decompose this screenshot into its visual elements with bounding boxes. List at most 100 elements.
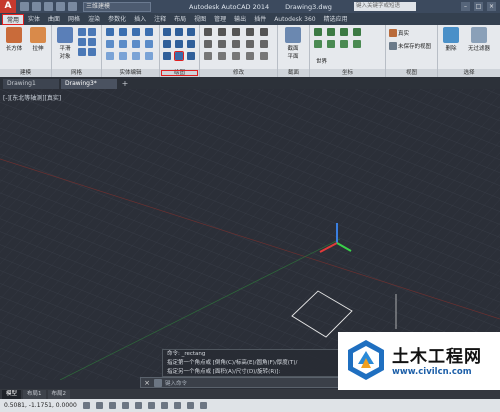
spline-icon[interactable] [163, 40, 171, 48]
mesh-tool-icon[interactable] [88, 48, 96, 56]
offset-icon[interactable] [260, 40, 268, 48]
rotate-icon[interactable] [218, 28, 226, 36]
stretch-icon[interactable] [232, 40, 240, 48]
ortho-mode-icon[interactable] [108, 402, 116, 409]
intersect-icon[interactable] [132, 28, 140, 36]
extract-edges-icon[interactable] [132, 40, 140, 48]
subtract-icon[interactable] [119, 28, 127, 36]
command-customize-icon[interactable] [154, 378, 162, 387]
fillet-edge-icon[interactable] [106, 40, 114, 48]
chamfer-edge-icon[interactable] [119, 40, 127, 48]
array-icon[interactable] [260, 28, 268, 36]
command-input[interactable]: 键入命令 [165, 379, 187, 387]
imprint-icon[interactable] [145, 40, 153, 48]
mesh-tool-icon[interactable] [78, 38, 86, 46]
tab-autodesk-360[interactable]: Autodesk 360 [270, 14, 319, 25]
fillet-icon[interactable] [204, 52, 212, 60]
box-button[interactable]: 长方体 [3, 27, 25, 52]
3d-object-snap-icon[interactable] [147, 402, 155, 409]
shell-icon[interactable] [106, 52, 114, 60]
grid-display-icon[interactable] [95, 402, 103, 409]
mirror-icon[interactable] [246, 28, 254, 36]
tab-solid[interactable]: 实体 [24, 14, 44, 25]
ucs-icon[interactable] [314, 40, 322, 48]
trim-icon[interactable] [246, 40, 254, 48]
tab-insert[interactable]: 插入 [130, 14, 150, 25]
open-file-icon[interactable] [32, 2, 41, 11]
scale-icon[interactable] [218, 40, 226, 48]
ucs-icon[interactable] [327, 28, 335, 36]
tab-mesh[interactable]: 网格 [64, 14, 84, 25]
lineweight-icon[interactable] [199, 402, 207, 409]
tab-view[interactable]: 视图 [190, 14, 210, 25]
tab-output[interactable]: 输出 [230, 14, 250, 25]
mesh-tool-icon[interactable] [88, 28, 96, 36]
union-icon[interactable] [106, 28, 114, 36]
dynamic-input-icon[interactable] [186, 402, 194, 409]
move-icon[interactable] [204, 28, 212, 36]
join-icon[interactable] [232, 52, 240, 60]
document-tab-drawing1[interactable]: Drawing1 [3, 79, 59, 89]
workspace-dropdown[interactable]: 三维建模 [83, 1, 151, 12]
tab-featured-apps[interactable]: 精选应用 [320, 14, 352, 25]
line-icon[interactable] [175, 28, 183, 36]
ucs-icon[interactable] [340, 40, 348, 48]
application-menu-button[interactable]: A [0, 0, 16, 13]
tab-home[interactable]: 常用 [2, 14, 25, 25]
hatch-icon[interactable] [187, 40, 195, 48]
polyline-icon[interactable] [163, 28, 171, 36]
ucs-icon[interactable] [353, 28, 361, 36]
tab-annotate[interactable]: 注释 [150, 14, 170, 25]
erase-icon[interactable] [260, 52, 268, 60]
tab-layout[interactable]: 布局 [170, 14, 190, 25]
object-snap-tracking-icon[interactable] [160, 402, 168, 409]
redo-icon[interactable] [68, 2, 77, 11]
thicken-icon[interactable] [132, 52, 140, 60]
slice-icon[interactable] [145, 28, 153, 36]
mesh-tool-icon[interactable] [88, 38, 96, 46]
object-snap-icon[interactable] [134, 402, 142, 409]
interfere-icon[interactable] [145, 52, 153, 60]
tab-render[interactable]: 渲染 [84, 14, 104, 25]
document-tab-drawing3[interactable]: Drawing3* [61, 79, 117, 89]
separate-icon[interactable] [119, 52, 127, 60]
explode-icon[interactable] [218, 52, 226, 60]
layout-tab-layout2[interactable]: 布局2 [47, 389, 71, 399]
polar-tracking-icon[interactable] [121, 402, 129, 409]
ucs-icon[interactable] [314, 28, 322, 36]
tab-surface[interactable]: 曲面 [44, 14, 64, 25]
tab-parametric[interactable]: 参数化 [104, 14, 130, 25]
new-file-icon[interactable] [20, 2, 29, 11]
no-filter-button[interactable]: 无过滤器 [468, 27, 490, 52]
snap-mode-icon[interactable] [82, 402, 90, 409]
tab-manage[interactable]: 管理 [210, 14, 230, 25]
break-icon[interactable] [246, 52, 254, 60]
arc-icon[interactable] [187, 28, 195, 36]
rectangle-icon[interactable] [174, 51, 184, 61]
layout-tab-layout1[interactable]: 布局1 [23, 389, 46, 399]
close-command-line-button[interactable]: × [143, 379, 151, 387]
section-plane-button[interactable]: 截面 平面 [282, 27, 304, 60]
ucs-world-dropdown[interactable]: 世界 [316, 57, 327, 65]
delete-button[interactable]: 删除 [440, 27, 462, 52]
undo-icon[interactable] [56, 2, 65, 11]
dynamic-ucs-icon[interactable] [173, 402, 181, 409]
ucs-icon[interactable] [327, 40, 335, 48]
extrude-button[interactable]: 拉伸 [27, 27, 49, 52]
help-search-input[interactable]: 键入关键字或短语 [353, 2, 416, 11]
circle-icon[interactable] [163, 52, 171, 60]
saved-view-dropdown[interactable]: 未保存的视图 [398, 42, 431, 50]
ucs-icon[interactable] [340, 28, 348, 36]
visual-style-dropdown[interactable]: 真实 [398, 29, 409, 37]
close-button[interactable]: × [487, 2, 496, 11]
layout-tab-model[interactable]: 模型 [2, 389, 22, 399]
new-document-tab-button[interactable]: + [119, 79, 131, 89]
ucs-icon[interactable] [353, 40, 361, 48]
minimize-button[interactable]: – [461, 2, 470, 11]
mesh-tool-icon[interactable] [78, 28, 86, 36]
ellipse-icon[interactable] [175, 40, 183, 48]
smooth-object-button[interactable]: 平滑 对象 [54, 27, 76, 60]
save-icon[interactable] [44, 2, 53, 11]
mesh-tool-icon[interactable] [78, 48, 86, 56]
maximize-button[interactable]: □ [474, 2, 483, 11]
